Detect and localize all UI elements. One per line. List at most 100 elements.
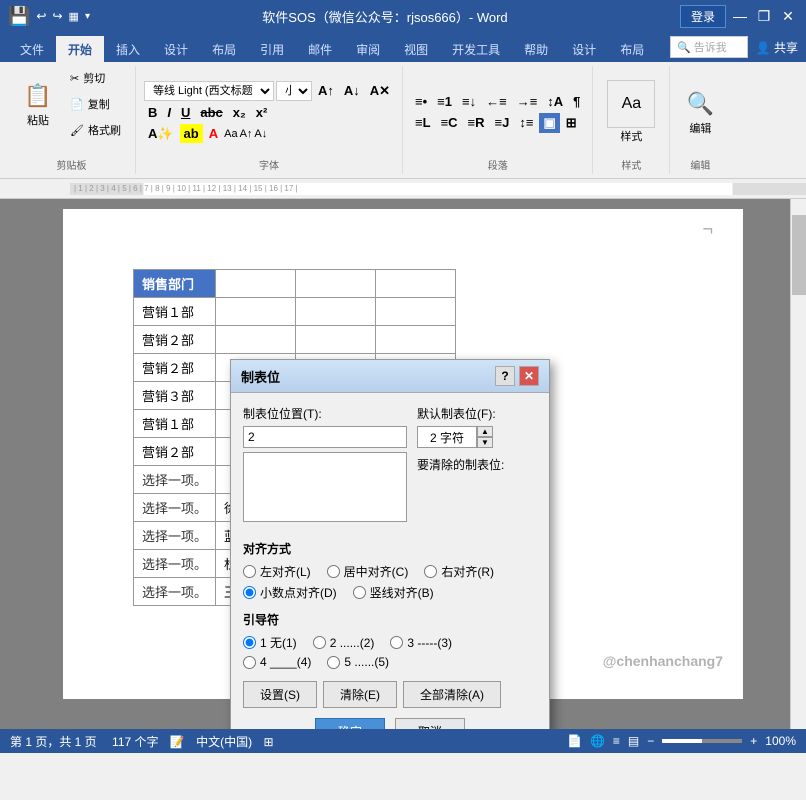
leader-underline-radio[interactable]: 4 ____(4) <box>243 655 311 669</box>
view-outline-btn[interactable]: ≡ <box>613 734 620 748</box>
tab-references[interactable]: 引用 <box>248 36 296 62</box>
text-highlight-btn[interactable]: ab <box>180 124 203 143</box>
tab-view[interactable]: 视图 <box>392 36 440 62</box>
grow-font-btn[interactable]: A↑ <box>314 81 338 100</box>
decrease-indent-btn[interactable]: ←≡ <box>482 92 511 111</box>
clear-format-btn[interactable]: A✕ <box>366 81 394 101</box>
set-button[interactable]: 设置(S) <box>243 681 317 708</box>
strikethrough-btn[interactable]: abc <box>196 103 226 122</box>
text-effect-btn[interactable]: A✨ <box>144 124 178 144</box>
zoom-out-btn[interactable]: − <box>647 734 654 748</box>
dialog-help-btn[interactable]: ? <box>495 366 515 386</box>
font-size-inc[interactable]: A↑ <box>240 128 253 140</box>
show-marks-btn[interactable]: ¶ <box>569 92 584 111</box>
clear-section: 要清除的制表位: <box>417 456 537 473</box>
clear-all-button[interactable]: 全部清除(A) <box>403 681 501 708</box>
cancel-button[interactable]: 取消 <box>395 718 465 729</box>
view-draft-btn[interactable]: ▤ <box>628 734 639 748</box>
align-right-radio[interactable]: 右对齐(R) <box>424 563 494 580</box>
justify-btn[interactable]: ≡J <box>491 113 514 132</box>
italic-btn[interactable]: I <box>163 103 175 122</box>
line-spacing-btn[interactable]: ↕≡ <box>515 113 537 132</box>
spinner-down-btn[interactable]: ▼ <box>477 437 493 448</box>
cut-button[interactable]: ✂剪切 <box>64 66 127 90</box>
quick-print-btn[interactable]: ▦ <box>69 10 79 23</box>
zoom-slider[interactable] <box>662 739 742 743</box>
dropdown-cell: 选择一项。 <box>134 494 216 522</box>
align-right-btn[interactable]: ≡R <box>464 113 489 132</box>
leader-dots2-radio[interactable]: 5 ......(5) <box>327 655 389 669</box>
clear-button[interactable]: 清除(E) <box>323 681 397 708</box>
zoom-in-btn[interactable]: + <box>750 734 757 748</box>
font-label: 字体 <box>136 157 402 172</box>
undo-btn[interactable]: ↩ <box>36 9 46 23</box>
login-button[interactable]: 登录 <box>680 5 726 28</box>
align-center-btn[interactable]: ≡C <box>437 113 462 132</box>
superscript-btn[interactable]: x² <box>252 103 272 122</box>
customize-btn[interactable]: ▾ <box>85 11 90 22</box>
tab-position-input[interactable] <box>243 426 407 448</box>
tab-design2[interactable]: 设计 <box>560 36 608 62</box>
status-bar: 第 1 页，共 1 页 117 个字 📝 中文(中国) ⊞ 📄 🌐 ≡ ▤ − … <box>0 729 806 753</box>
tab-insert[interactable]: 插入 <box>104 36 152 62</box>
tab-layout2[interactable]: 布局 <box>608 36 656 62</box>
underline-btn[interactable]: U <box>177 103 194 122</box>
spinner-up-btn[interactable]: ▲ <box>477 426 493 437</box>
increase-indent-btn[interactable]: →≡ <box>513 92 542 111</box>
leader-none-radio[interactable]: 1 无(1) <box>243 634 297 651</box>
tab-home[interactable]: 开始 <box>56 36 104 62</box>
tab-position-listbox[interactable] <box>243 452 407 522</box>
leader-dots-radio[interactable]: 2 ......(2) <box>313 634 375 651</box>
sort-btn[interactable]: ↕A <box>543 92 567 111</box>
word-icon: 💾 <box>8 6 30 27</box>
font-size-dec[interactable]: A↓ <box>254 128 267 140</box>
styles-label: 样式 <box>593 157 669 172</box>
tab-layout[interactable]: 布局 <box>200 36 248 62</box>
share-btn[interactable]: 👤 共享 <box>756 39 798 56</box>
numbering-btn[interactable]: ≡1 <box>433 92 456 111</box>
shading-btn[interactable]: ▣ <box>539 113 559 133</box>
tell-me-input[interactable]: 🔍 告诉我 <box>670 36 748 58</box>
minimize-btn[interactable]: — <box>730 6 750 26</box>
font-size-selector[interactable]: 小四 <box>276 81 312 101</box>
vertical-scrollbar[interactable] <box>790 199 806 729</box>
font-color-btn[interactable]: A <box>205 124 222 143</box>
tab-developer[interactable]: 开发工具 <box>440 36 512 62</box>
borders-btn[interactable]: ⊞ <box>562 113 581 133</box>
multilevel-btn[interactable]: ≡↓ <box>458 92 480 111</box>
dialog-close-btn[interactable]: ✕ <box>519 366 539 386</box>
align-left-btn[interactable]: ≡L <box>411 113 435 132</box>
tab-file[interactable]: 文件 <box>8 36 56 62</box>
subscript-btn[interactable]: x₂ <box>229 103 250 122</box>
leader-dashes-radio[interactable]: 3 -----(3) <box>390 634 452 651</box>
ribbon-group-edit: 🔍 编辑 编辑 <box>670 66 730 174</box>
bullets-btn[interactable]: ≡• <box>411 92 431 111</box>
scrollbar-thumb[interactable] <box>792 215 806 295</box>
tab-design[interactable]: 设计 <box>152 36 200 62</box>
font-selector[interactable]: 等线 Light (西文标题) <box>144 81 274 101</box>
tab-review[interactable]: 审阅 <box>344 36 392 62</box>
table-cell: 营销３部 <box>134 382 216 410</box>
default-tab-input[interactable] <box>417 426 477 448</box>
bold-btn[interactable]: B <box>144 103 161 122</box>
align-decimal-radio[interactable]: 小数点对齐(D) <box>243 584 337 601</box>
close-btn[interactable]: ✕ <box>778 6 798 26</box>
tab-mailings[interactable]: 邮件 <box>296 36 344 62</box>
align-bar-radio[interactable]: 竖线对齐(B) <box>353 584 434 601</box>
align-center-radio[interactable]: 居中对齐(C) <box>327 563 409 580</box>
redo-btn[interactable]: ↪ <box>52 9 62 23</box>
view-web-btn[interactable]: 🌐 <box>590 734 605 748</box>
paste-button[interactable]: 📋 粘贴 <box>16 76 60 132</box>
restore-btn[interactable]: ❐ <box>754 6 774 26</box>
dropdown-cell: 选择一项。 <box>134 550 216 578</box>
styles-button[interactable]: Aa 样式 <box>601 76 661 148</box>
tab-help[interactable]: 帮助 <box>512 36 560 62</box>
ribbon-group-paragraph: ≡• ≡1 ≡↓ ←≡ →≡ ↕A ¶ ≡L ≡C ≡R ≡J ↕≡ ▣ ⊞ <box>403 66 593 174</box>
edit-button[interactable]: 🔍 编辑 <box>678 84 722 140</box>
align-left-radio[interactable]: 左对齐(L) <box>243 563 311 580</box>
copy-button[interactable]: 📄复制 <box>64 92 127 116</box>
view-print-btn[interactable]: 📄 <box>567 734 582 748</box>
format-painter-button[interactable]: 🖌格式刷 <box>64 118 127 142</box>
ok-button[interactable]: 确定 <box>315 718 385 729</box>
shrink-font-btn[interactable]: A↓ <box>340 81 364 100</box>
